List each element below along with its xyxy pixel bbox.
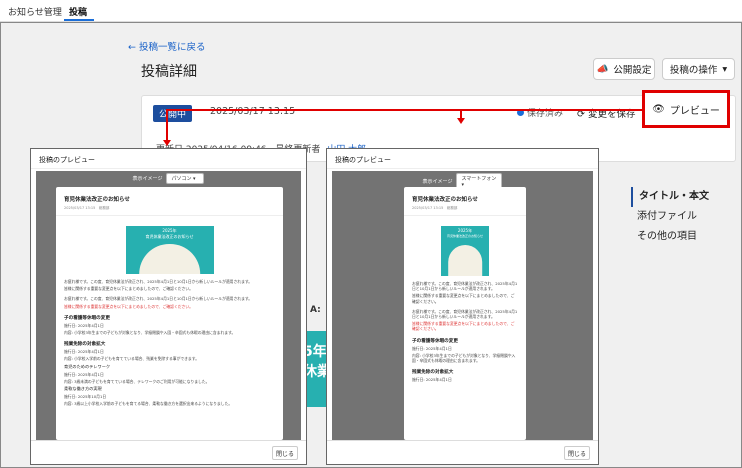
back-to-list-link[interactable]: ← 投稿一覧に戻る xyxy=(128,39,205,53)
article-category: 総務部 xyxy=(446,206,458,210)
preview-highlight: 👁 プレビュー xyxy=(642,90,730,128)
section-heading-1: 子の看護等休暇の変更 xyxy=(412,338,458,344)
section-heading-2: 残業免除の対象拡大 xyxy=(412,370,454,376)
article-paragraph-2: お疲れ様です。この度、育児休業法が改正され、2025年4月1日と10月1日から新… xyxy=(64,296,253,302)
close-button[interactable]: 閉じる xyxy=(272,446,298,460)
modal-footer: 閉じる xyxy=(327,440,598,464)
saved-label: 保存済み xyxy=(527,109,564,119)
arrow-left-icon xyxy=(163,140,171,146)
preview-modal-smartphone: 投稿のプレビュー 表示イメージ スマートフォン ▾ 育児休業法改正のお知らせ 2… xyxy=(326,148,599,465)
article-meta: 2025/03/17 13:15 総務部 xyxy=(404,203,526,216)
post-operations-label: 投稿の操作 xyxy=(669,65,718,76)
sub-1-date: 施行日: 2025年4月1日 xyxy=(64,371,104,377)
article-meta: 2025/03/17 13:15 総務部 xyxy=(56,203,283,216)
display-label: 表示イメージ xyxy=(132,176,163,182)
sub-1-content: 内容: 3歳未満の子どもを育てている場合、テレワークのご利用が可能になりました。 xyxy=(64,378,210,384)
post-operations-button[interactable]: 投稿の操作 ▾ xyxy=(662,58,735,80)
nav-item-attachments[interactable]: 添付ファイル xyxy=(631,207,709,227)
section-1-content: 内容: 小学校3年生までの子どもが対象となり、学級閉鎖や入園・卒園式も休暇の理由… xyxy=(412,352,516,364)
section-1-content: 内容: 小学校3年生までの子どもが対象となり、学級閉鎖や入園・卒園式も休暇の理由… xyxy=(64,330,236,336)
article-date: 2025/03/17 13:15 xyxy=(64,206,96,210)
section-2-date: 施行日: 2025年4月1日 xyxy=(64,349,104,355)
hero-text: 育児休業法改正のお知らせ xyxy=(145,234,194,239)
nav-item-other[interactable]: その他の項目 xyxy=(631,227,709,247)
preview-button[interactable]: 👁 プレビュー xyxy=(651,99,721,119)
page: お知らせ管理 投稿 ← 投稿一覧に戻る 投稿詳細 📣 公開設定 投稿の操作 ▾ … xyxy=(0,0,742,468)
display-select-value: スマートフォン xyxy=(461,176,497,182)
sub-2-date: 施行日: 2025年10月1日 xyxy=(64,394,107,400)
section-1-date: 施行日: 2025年4月1日 xyxy=(64,322,104,328)
article-category: 総務部 xyxy=(98,206,110,210)
article-paragraph-1: お疲れ様です。この度、育児休業法が改正され、2025年4月1日と10月1日から新… xyxy=(64,279,253,284)
section-2-date: 施行日: 2025年4月1日 xyxy=(412,377,452,383)
background-fragment-a: A: xyxy=(310,305,321,315)
modal-title: 投稿のプレビュー xyxy=(31,149,306,169)
article-paragraph-1b: 皆様に関係する重要な変更点を以下にまとめましたので、ご確認ください。 xyxy=(412,293,515,304)
family-illustration xyxy=(448,245,482,276)
section-heading-2: 残業免除の対象拡大 xyxy=(64,342,106,348)
publish-settings-button[interactable]: 📣 公開設定 xyxy=(593,58,655,80)
family-illustration xyxy=(138,244,201,274)
section-1-date: 施行日: 2025年4月1日 xyxy=(412,345,452,351)
sub-heading-2: 柔軟な働き方の実現 xyxy=(64,386,102,392)
article-title: 育児休業法改正のお知らせ xyxy=(64,197,130,203)
article-preview: 育児休業法改正のお知らせ 2025/03/17 13:15 総務部 2025年 … xyxy=(404,187,526,440)
megaphone-icon: 📣 xyxy=(596,63,609,75)
preview-area: 表示イメージ スマートフォン ▾ 育児休業法改正のお知らせ 2025/03/17… xyxy=(332,171,593,440)
active-tab-indicator xyxy=(64,19,94,21)
tab-notice-management[interactable]: お知らせ管理 xyxy=(8,5,62,18)
article-paragraph-2-red: 皆様に関係する重要な変更点を以下にまとめましたので、ご確認ください。 xyxy=(412,321,515,332)
sub-2-content: 内容: 3歳以上小学校入学前の子どもを育てる場合、柔軟な働き方を選択出来るように… xyxy=(64,401,233,407)
saved-status: 保存済み xyxy=(517,106,563,119)
display-select[interactable]: パソコン ▾ xyxy=(166,173,205,184)
tab-posts[interactable]: 投稿 xyxy=(69,5,87,18)
modal-title: 投稿のプレビュー xyxy=(327,149,598,169)
preview-modal-pc: 投稿のプレビュー 表示イメージ パソコン ▾ 育児休業法改正のお知らせ 2025… xyxy=(30,148,307,465)
hero-image: 2025年 育児休業法改正のお知らせ xyxy=(125,226,214,274)
arrow-right-icon xyxy=(457,118,465,124)
display-label: 表示イメージ xyxy=(422,179,453,185)
display-selector-row: 表示イメージ パソコン ▾ xyxy=(36,173,301,184)
nav-item-title-body[interactable]: タイトル・本文 xyxy=(631,187,709,207)
article-preview: 育児休業法改正のお知らせ 2025/03/17 13:15 総務部 2025年 … xyxy=(56,187,283,440)
article-paragraph-1: お疲れ様です。この度、育児休業法が改正され、2025年4月1日と10月1日から新… xyxy=(412,281,518,292)
section-heading-1: 子の看護等休暇の変更 xyxy=(64,315,110,321)
article-paragraph-2-red: 皆様に関係する重要な変更点を以下にまとめましたので、ご確認ください。 xyxy=(64,303,193,309)
status-badge: 公開中 xyxy=(153,105,193,122)
article-paragraph-1b: 皆様に関係する重要な変更点を以下にまとめましたので、ご確認ください。 xyxy=(64,286,193,292)
connector-left-vertical xyxy=(166,109,168,142)
publish-date: 2025/03/17 13:15 xyxy=(210,106,296,117)
section-nav: タイトル・本文 添付ファイル その他の項目 xyxy=(631,187,709,247)
connector-horizontal xyxy=(166,109,642,111)
display-select-value: パソコン xyxy=(171,176,192,182)
article-date: 2025/03/17 13:15 xyxy=(412,206,444,210)
article-paragraph-2: お疲れ様です。この度、育児休業法が改正され、2025年4月1日と10月1日から新… xyxy=(412,308,518,320)
page-title: 投稿詳細 xyxy=(141,64,197,80)
modal-footer: 閉じる xyxy=(31,440,306,464)
caret-down-icon: ▾ xyxy=(722,63,728,75)
article-title: 育児休業法改正のお知らせ xyxy=(412,197,478,203)
hero-text: 育児休業法改正のお知らせ xyxy=(447,234,483,238)
preview-label: プレビュー xyxy=(669,105,720,117)
sub-heading-1: 育児のためのテレワーク xyxy=(64,363,111,369)
top-tabs: お知らせ管理 投稿 xyxy=(0,0,742,22)
eye-icon: 👁 xyxy=(652,103,665,115)
hero-image: 2025年 育児休業法改正のお知らせ xyxy=(441,226,489,276)
preview-area: 表示イメージ パソコン ▾ 育児休業法改正のお知らせ 2025/03/17 13… xyxy=(36,171,301,440)
publish-settings-label: 公開設定 xyxy=(613,65,652,76)
section-2-content: 内容: 小学校入学前の子どもを育てている場合、残業を免除する事ができます。 xyxy=(64,356,199,362)
close-button[interactable]: 閉じる xyxy=(564,446,590,460)
